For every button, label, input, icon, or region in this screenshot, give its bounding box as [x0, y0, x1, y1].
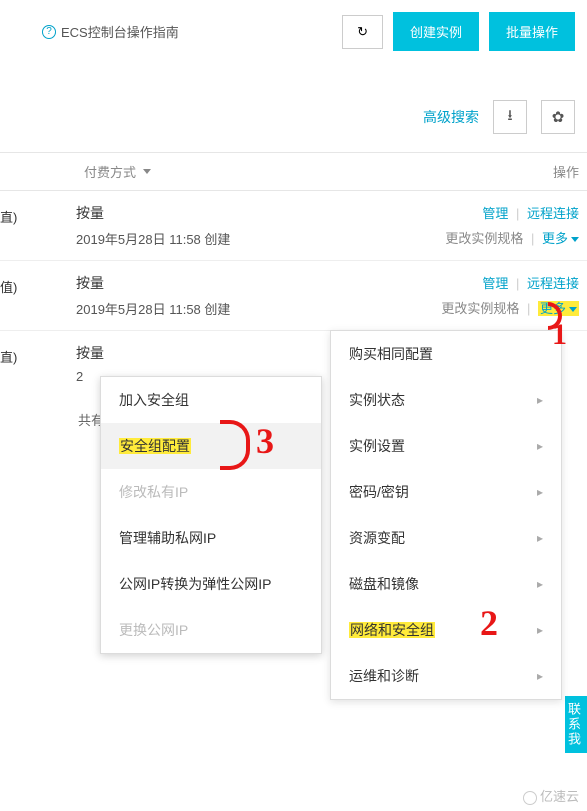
menu-item-label: 网络和安全组 — [349, 620, 435, 640]
separator: | — [516, 276, 519, 291]
menu-item[interactable]: 网络和安全组 ▸ — [331, 607, 561, 653]
row-marker: 值) — [0, 277, 17, 296]
row-marker: 直) — [0, 347, 17, 366]
chevron-right-icon: ▸ — [537, 669, 543, 683]
chevron-right-icon: ▸ — [537, 623, 543, 637]
watermark: 亿速云 — [523, 786, 579, 805]
create-instance-button[interactable]: 创建实例 — [393, 12, 479, 51]
menu-item[interactable]: 购买相同配置 — [331, 331, 561, 377]
created-time: 2019年5月28日 11:58 创建 — [76, 229, 230, 248]
watermark-logo-icon — [523, 791, 537, 805]
more-dropdown[interactable]: 更多 — [538, 301, 579, 316]
advanced-search-link[interactable]: 高级搜索 — [423, 107, 479, 127]
chevron-right-icon: ▸ — [537, 393, 543, 407]
submenu-item: 修改私有IP — [101, 469, 321, 515]
submenu-item[interactable]: 管理辅助私网IP — [101, 515, 321, 561]
network-security-submenu: 加入安全组安全组配置修改私有IP管理辅助私网IP公网IP转换为弹性公网IP更换公… — [100, 376, 322, 654]
change-spec-link[interactable]: 更改实例规格 — [441, 301, 519, 316]
submenu-item[interactable]: 公网IP转换为弹性公网IP — [101, 561, 321, 607]
separator: | — [516, 206, 519, 221]
change-spec-link[interactable]: 更改实例规格 — [445, 231, 523, 246]
menu-item-label: 资源变配 — [349, 528, 405, 548]
menu-item[interactable]: 磁盘和镜像 ▸ — [331, 561, 561, 607]
menu-item[interactable]: 密码/密钥 ▸ — [331, 469, 561, 515]
settings-button[interactable]: ✿ — [541, 100, 575, 134]
billing-type: 按量 — [76, 273, 230, 293]
chevron-right-icon: ▸ — [537, 577, 543, 591]
batch-ops-button[interactable]: 批量操作 — [489, 12, 575, 51]
menu-item-label: 运维和诊断 — [349, 666, 419, 686]
menu-item[interactable]: 实例设置 ▸ — [331, 423, 561, 469]
help-icon: ? — [42, 25, 56, 39]
chevron-down-icon — [569, 307, 577, 312]
export-icon: ⭳ — [507, 105, 512, 130]
submenu-item[interactable]: 加入安全组 — [101, 377, 321, 423]
more-menu: 购买相同配置实例状态 ▸ 实例设置 ▸ 密码/密钥 ▸ 资源变配 ▸ 磁盘和镜像 ▸ 网络和安全组 ▸… — [330, 330, 562, 700]
row-marker: 直) — [0, 207, 17, 226]
guide-label: ECS控制台操作指南 — [61, 22, 179, 41]
menu-item-label: 购买相同配置 — [349, 344, 433, 364]
refresh-icon: ↻ — [357, 24, 368, 39]
billing-type: 按量 — [76, 203, 230, 223]
col-payment[interactable]: 付费方式 — [76, 153, 186, 190]
top-toolbar: ? ECS控制台操作指南 ↻ 创建实例 批量操作 — [0, 0, 587, 72]
submenu-item: 更换公网IP — [101, 607, 321, 653]
remote-connect-link[interactable]: 远程连接 — [527, 276, 579, 291]
chevron-down-icon — [571, 237, 579, 242]
menu-item[interactable]: 运维和诊断 ▸ — [331, 653, 561, 699]
table-row: 直) 按量 2019年5月28日 11:58 创建 管理 | 远程连接 更改实例… — [0, 191, 587, 261]
separator: | — [531, 231, 534, 246]
table-header-row: 付费方式 操作 — [0, 152, 587, 191]
table-row: 值) 按量 2019年5月28日 11:58 创建 管理 | 远程连接 更改实例… — [0, 261, 587, 331]
menu-item-label: 实例设置 — [349, 436, 405, 456]
chevron-right-icon: ▸ — [537, 531, 543, 545]
chevron-down-icon — [143, 169, 151, 174]
menu-item-label: 实例状态 — [349, 390, 405, 410]
menu-item-label: 密码/密钥 — [349, 482, 409, 502]
separator: | — [527, 301, 530, 316]
chevron-right-icon: ▸ — [537, 485, 543, 499]
menu-item[interactable]: 实例状态 ▸ — [331, 377, 561, 423]
more-dropdown[interactable]: 更多 — [542, 231, 579, 246]
col-payment-label: 付费方式 — [84, 162, 136, 181]
ecs-guide-link[interactable]: ? ECS控制台操作指南 — [42, 22, 179, 41]
menu-item-label: 磁盘和镜像 — [349, 574, 419, 594]
chevron-right-icon: ▸ — [537, 439, 543, 453]
remote-connect-link[interactable]: 远程连接 — [527, 206, 579, 221]
col-operations: 操作 — [545, 153, 587, 190]
gear-icon: ✿ — [552, 108, 565, 126]
contact-side-tab[interactable]: 联系我 — [565, 696, 587, 753]
submenu-item[interactable]: 安全组配置 — [101, 423, 321, 469]
created-time: 2019年5月28日 11:58 创建 — [76, 299, 230, 318]
filter-bar: 高级搜索 ⭳ ✿ — [0, 72, 587, 152]
manage-link[interactable]: 管理 — [482, 206, 508, 221]
menu-item[interactable]: 资源变配 ▸ — [331, 515, 561, 561]
refresh-button[interactable]: ↻ — [342, 15, 383, 49]
export-button[interactable]: ⭳ — [493, 100, 527, 134]
billing-type: 按量 — [76, 343, 104, 363]
manage-link[interactable]: 管理 — [482, 276, 508, 291]
